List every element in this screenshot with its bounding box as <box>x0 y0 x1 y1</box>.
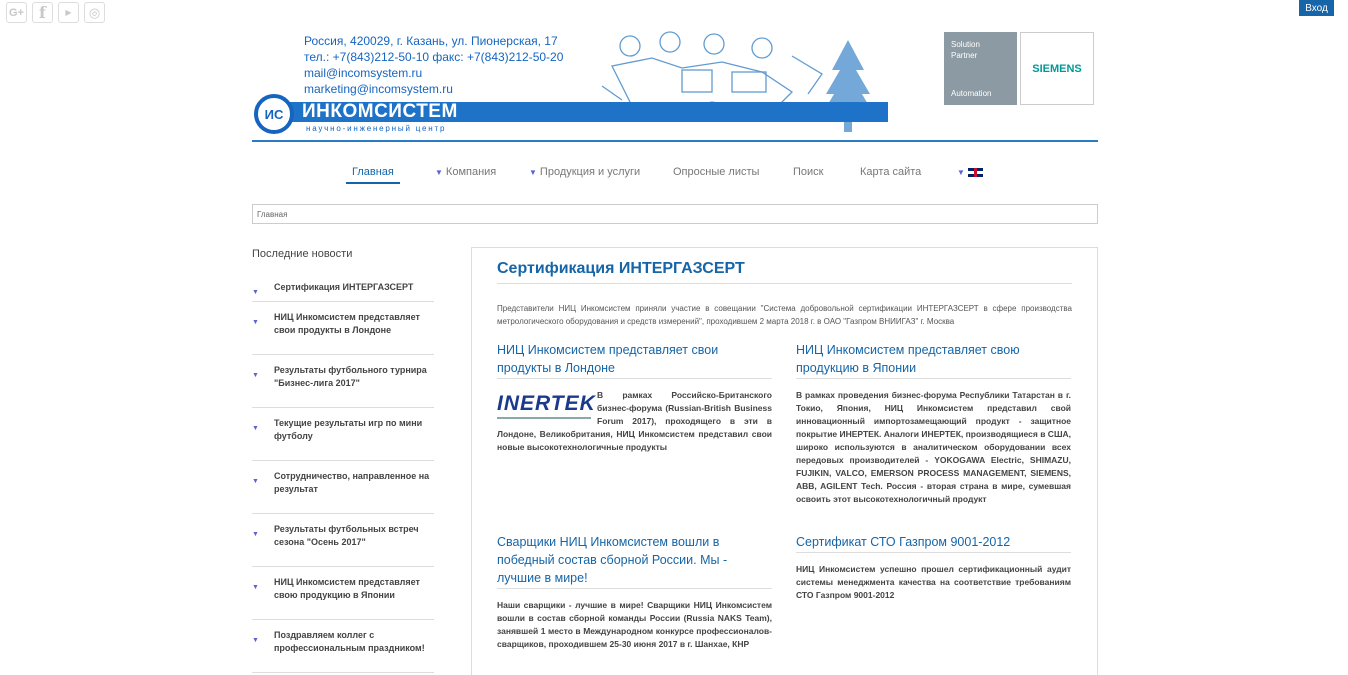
menu-item-search[interactable]: Поиск <box>793 160 823 184</box>
breadcrumb[interactable]: Главная <box>252 204 1098 224</box>
news-article: Сварщики НИЦ Инкомсистем вошли в победны… <box>497 533 772 651</box>
company-name: ИНКОМСИСТЕМ <box>302 101 458 122</box>
article-text: НИЦ Инкомсистем успешно прошел сертифика… <box>796 564 1071 600</box>
inertek-logo: INERTEK <box>497 391 595 419</box>
sidebar-news-item[interactable]: ▼ НИЦ Инкомсистем представляет свою проду… <box>252 567 434 620</box>
siemens-logo[interactable]: SIEMENS <box>1020 32 1094 105</box>
article-title-link[interactable]: Сертификат СТО Газпром 9001-2012 <box>796 533 1071 553</box>
contact-address: Россия, 420029, г. Казань, ул. Пионерска… <box>304 34 558 48</box>
site-banner: Россия, 420029, г. Казань, ул. Пионерска… <box>252 26 1098 142</box>
lead-paragraph: Представители НИЦ Инкомсистем приняли уч… <box>497 304 1072 326</box>
article-title-link[interactable]: НИЦ Инкомсистем представляет свою продук… <box>796 341 1071 379</box>
menu-item-language[interactable]: ▼ <box>957 160 983 184</box>
social-links: G+ f ▶ ◎ <box>6 2 105 23</box>
caret-down-icon: ▼ <box>252 372 259 379</box>
news-article: НИЦ Инкомсистем представляет свою продук… <box>796 341 1071 506</box>
contact-phones: тел.: +7(843)212-50-10 факс: +7(843)212-… <box>304 50 564 64</box>
caret-down-icon: ▼ <box>252 319 259 326</box>
sidebar-news-item[interactable]: ▼ Сертификация ИНТЕРГАЗСЕРТ <box>252 272 434 302</box>
caret-down-icon: ▼ <box>252 425 259 432</box>
banner-divider <box>252 140 1098 142</box>
article-text: Наши сварщики - лучшие в мире! Сварщики … <box>497 600 772 649</box>
login-button[interactable]: Вход <box>1299 0 1334 16</box>
caret-down-icon: ▼ <box>529 168 537 177</box>
menu-item-questionnaires[interactable]: Опросные листы <box>673 160 759 184</box>
youtube-icon[interactable]: ▶ <box>58 2 79 23</box>
sidebar-news-item[interactable]: ▼ НИЦ Инкомсистем представляет свои проду… <box>252 302 434 355</box>
menu-item-home[interactable]: Главная <box>346 160 400 184</box>
caret-down-icon: ▼ <box>252 531 259 538</box>
contact-marketing-email-link[interactable]: marketing@incomsystem.ru <box>304 81 563 97</box>
news-article: Сертификат СТО Газпром 9001-2012 НИЦ Инк… <box>796 533 1071 602</box>
content-panel: Сертификация ИНТЕРГАЗСЕРТ Представители … <box>471 247 1098 675</box>
contact-email-link[interactable]: mail@incomsystem.ru <box>304 65 563 81</box>
sidebar-news-item[interactable]: ▼ Сотрудничество, направленное на результ… <box>252 461 434 514</box>
contact-info: Россия, 420029, г. Казань, ул. Пионерска… <box>304 33 563 97</box>
instagram-icon[interactable]: ◎ <box>84 2 105 23</box>
sidebar-news-item[interactable]: ▼ Текущие результаты игр по мини футболу <box>252 408 434 461</box>
caret-down-icon: ▼ <box>435 168 443 177</box>
news-sidebar: ▼ Сертификация ИНТЕРГАЗСЕРТ ▼ НИЦ Инкомсис… <box>252 272 434 673</box>
menu-item-products[interactable]: ▼ Продукция и услуги <box>529 160 640 184</box>
menu-item-sitemap[interactable]: Карта сайта <box>860 160 921 184</box>
company-logo-icon[interactable]: ИС <box>254 94 294 134</box>
caret-down-icon: ▼ <box>252 584 259 591</box>
sidebar-title: Последние новости <box>252 248 353 260</box>
sidebar-news-item[interactable]: ▼ Результаты футбольных встреч сезона "Ос… <box>252 514 434 567</box>
page-title[interactable]: Сертификация ИНТЕРГАЗСЕРТ <box>497 260 1072 284</box>
caret-down-icon: ▼ <box>252 478 259 485</box>
article-title-link[interactable]: Сварщики НИЦ Инкомсистем вошли в победны… <box>497 533 772 589</box>
news-article: НИЦ Инкомсистем представляет свои продук… <box>497 341 772 454</box>
caret-down-icon: ▼ <box>252 637 259 644</box>
siemens-solution-partner-badge[interactable]: Solution Partner Automation <box>944 32 1017 105</box>
caret-down-icon: ▼ <box>252 289 259 296</box>
article-text: В рамках проведения бизнес-форума Респуб… <box>796 390 1071 504</box>
facebook-icon[interactable]: f <box>32 2 53 23</box>
sidebar-news-item[interactable]: ▼ Поздравляем коллег с профессиональным п… <box>252 620 434 673</box>
caret-down-icon: ▼ <box>957 168 965 177</box>
sidebar-news-item[interactable]: ▼ Результаты футбольного турнира "Бизнес-… <box>252 355 434 408</box>
menu-item-company[interactable]: ▼ Компания <box>435 160 496 184</box>
uk-flag-icon <box>967 167 983 177</box>
google-plus-icon[interactable]: G+ <box>6 2 27 23</box>
company-tagline: научно-инженерный центр <box>306 124 447 133</box>
article-title-link[interactable]: НИЦ Инкомсистем представляет свои продук… <box>497 341 772 379</box>
